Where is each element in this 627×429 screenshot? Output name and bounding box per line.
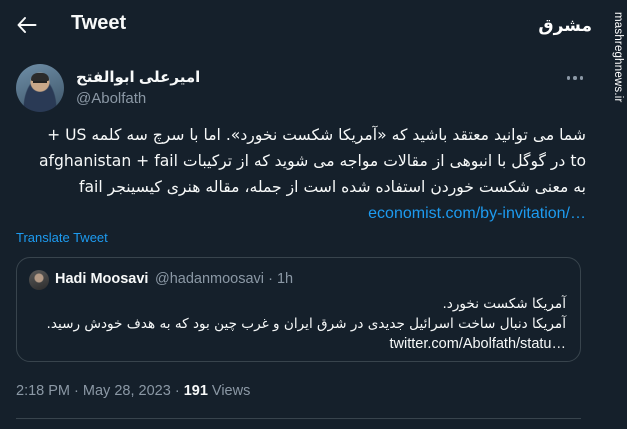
quote-text: آمریکا شکست نخورد. آمریکا دنبال ساخت اسر… bbox=[26, 294, 566, 354]
views-count: 191 bbox=[183, 383, 208, 399]
views-label: Views bbox=[211, 383, 251, 399]
more-options-button[interactable] bbox=[560, 66, 590, 90]
page-title: Tweet bbox=[71, 12, 127, 34]
tweet-text: شما می توانید معتقد باشید که «آمریکا شکس… bbox=[14, 122, 586, 227]
avatar[interactable] bbox=[16, 64, 64, 112]
timestamp-separator: · bbox=[74, 383, 79, 399]
quote-avatar bbox=[29, 270, 49, 290]
author-handle[interactable]: @Abolfath bbox=[76, 90, 146, 107]
tweet-text-line: afghanistan + fail در گوگل با انبوهی از … bbox=[38, 152, 586, 170]
tweet-date[interactable]: May 28, 2023 bbox=[83, 383, 171, 399]
quote-author-name: Hadi Moosavi bbox=[55, 271, 149, 287]
quote-text-line: آمریکا دنبال ساخت اسرائیل جدیدی در شرق ا… bbox=[46, 316, 566, 332]
author-name[interactable]: امیرعلی ابوالفتح bbox=[76, 68, 200, 86]
watermark-logo: مشرق bbox=[538, 16, 592, 36]
tweet-text-line: شما می توانید معتقد باشید که «آمریکا شکس… bbox=[47, 126, 586, 144]
tweet-timestamp: 2:18 PM · May 28, 2023 · 191 Views bbox=[16, 383, 250, 399]
quote-author-meta: @hadanmoosavi · 1h bbox=[155, 271, 293, 287]
quote-separator: · bbox=[268, 271, 273, 287]
divider bbox=[16, 418, 581, 419]
arrow-left-icon bbox=[17, 17, 37, 33]
tweet-header: Tweet bbox=[0, 0, 600, 52]
quote-link: twitter.com/Abolfath/statu… bbox=[389, 336, 567, 352]
translate-tweet-link[interactable]: Translate Tweet bbox=[16, 230, 108, 245]
quote-text-line: آمریکا شکست نخورد. bbox=[442, 296, 566, 312]
back-button[interactable] bbox=[10, 8, 44, 42]
tweet-link[interactable]: economist.com/by-invitation/… bbox=[368, 205, 586, 222]
quote-author-handle: @hadanmoosavi bbox=[155, 271, 265, 287]
timestamp-separator: · bbox=[174, 383, 180, 399]
tweet-author: امیرعلی ابوالفتح @Abolfath bbox=[16, 62, 596, 114]
watermark-site: mashreghnews.ir bbox=[612, 12, 624, 103]
tweet-time[interactable]: 2:18 PM bbox=[16, 383, 70, 399]
quoted-tweet[interactable]: Hadi Moosavi @hadanmoosavi · 1h آمریکا ش… bbox=[16, 257, 581, 362]
tweet-text-line: fail به معنی شکست خوردن استفاده شده است … bbox=[78, 178, 586, 196]
quote-age: 1h bbox=[276, 271, 294, 287]
more-horizontal-icon bbox=[566, 76, 571, 80]
